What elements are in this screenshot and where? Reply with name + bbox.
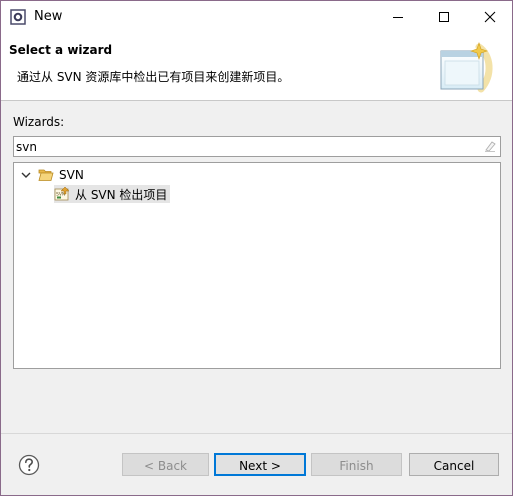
close-button[interactable]: [467, 1, 512, 33]
banner-description: 通过从 SVN 资源库中检出已有项目来创建新项目。: [17, 70, 290, 84]
close-icon: [484, 11, 496, 23]
wizard-banner-icon: [440, 42, 493, 93]
wizards-label: Wizards:: [13, 115, 65, 129]
title-bar[interactable]: New: [1, 1, 512, 33]
next-button[interactable]: Next >: [214, 453, 306, 476]
tree-node-label: 从 SVN 检出项目: [75, 187, 168, 202]
tree-node-label: SVN: [59, 168, 84, 182]
folder-open-icon: [38, 169, 54, 181]
maximize-button[interactable]: [421, 1, 467, 33]
back-button[interactable]: < Back: [122, 453, 209, 476]
clear-filter-icon[interactable]: [483, 139, 497, 153]
banner-title: Select a wizard: [9, 43, 113, 57]
minimize-icon: [393, 17, 403, 18]
wizard-filter-field[interactable]: [13, 136, 501, 157]
wizard-filter-input[interactable]: [16, 137, 476, 156]
wizard-banner: Select a wizard 通过从 SVN 资源库中检出已有项目来创建新项目…: [1, 33, 512, 101]
wizard-tree[interactable]: SVN SVN 从 SVN 检出项目: [13, 162, 501, 369]
svn-checkout-icon: SVN: [54, 186, 70, 201]
minimize-button[interactable]: [375, 1, 421, 33]
help-icon[interactable]: [18, 454, 40, 476]
cancel-button[interactable]: Cancel: [409, 453, 499, 476]
window-title: New: [34, 9, 63, 24]
footer-separator: [1, 433, 512, 434]
app-icon: [10, 9, 26, 25]
tree-node-svn-checkout[interactable]: SVN 从 SVN 检出项目: [54, 185, 171, 203]
expand-arrow-icon[interactable]: [20, 169, 32, 181]
tree-node-svn[interactable]: SVN: [20, 166, 84, 184]
maximize-icon: [439, 12, 449, 22]
finish-button[interactable]: Finish: [311, 453, 402, 476]
new-wizard-dialog: New Select a wizard 通过从 SVN 资源库中检出已有项目来创…: [0, 0, 513, 496]
